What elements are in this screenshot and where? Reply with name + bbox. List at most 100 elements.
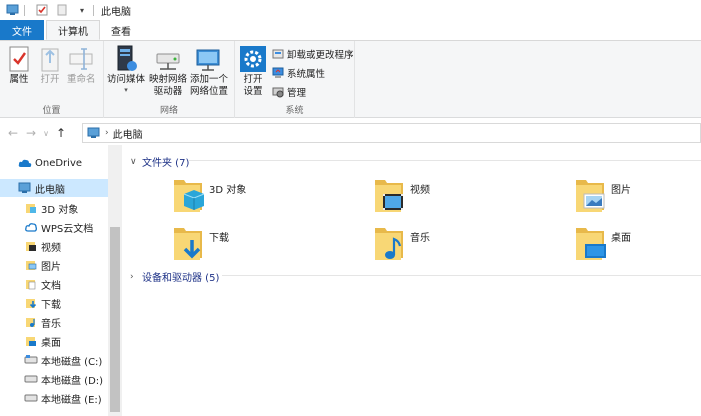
open-button[interactable]: 打开 xyxy=(36,44,64,86)
divider xyxy=(188,160,701,161)
breadcrumb-separator-icon[interactable]: › xyxy=(105,128,109,138)
nav-label: WPS云文档 xyxy=(41,223,94,235)
downloads-folder-icon xyxy=(172,224,206,262)
rename-label: 重命名 xyxy=(67,74,96,85)
map-network-drive-button[interactable]: 映射网络 驱动器 xyxy=(149,44,187,98)
divider xyxy=(93,4,94,16)
customize-dropdown-icon[interactable]: ▾ xyxy=(75,3,89,17)
divider xyxy=(24,4,25,16)
system-properties-button[interactable]: 系统属性 xyxy=(271,65,325,81)
access-media-label: 访问媒体 xyxy=(107,74,146,85)
folder-3d-objects[interactable]: 3D 对象 xyxy=(172,175,362,215)
nav-label: 桌面 xyxy=(41,337,61,349)
properties-button[interactable]: 属性 xyxy=(5,44,33,86)
nav-label: 音乐 xyxy=(41,318,61,330)
system-properties-icon xyxy=(271,66,285,80)
folder-name: 音乐 xyxy=(410,233,430,244)
desktop-folder-icon xyxy=(574,224,608,262)
folder-name: 下载 xyxy=(209,233,229,244)
devices-section-header[interactable]: › 设备和驱动器 (5) xyxy=(130,269,219,285)
map-drive-label-1: 映射网络 xyxy=(149,74,188,85)
nav-label: 本地磁盘 (E:) xyxy=(41,394,102,406)
location-group: 属性 打开 重命名 位置 xyxy=(0,41,104,118)
forward-arrow-icon[interactable]: → xyxy=(22,123,40,143)
nav-item-wps-cloud[interactable]: WPS云文档 xyxy=(0,218,108,236)
folder-downloads[interactable]: 下载 xyxy=(172,223,362,263)
breadcrumb-this-pc[interactable]: 此电脑 xyxy=(113,126,143,141)
folder-desktop[interactable]: 桌面 xyxy=(574,223,701,263)
nav-item-3d-objects[interactable]: 3D 对象 xyxy=(0,199,108,217)
drive-icon xyxy=(24,372,38,386)
properties-label: 属性 xyxy=(9,74,29,85)
this-pc-icon xyxy=(87,127,101,139)
computer-icon xyxy=(18,181,32,195)
nav-scrollbar-thumb[interactable] xyxy=(110,227,120,412)
documents-icon xyxy=(24,277,38,291)
nav-label: 3D 对象 xyxy=(41,204,79,216)
folders-section-header[interactable]: ∨ 文件夹 (7) xyxy=(130,154,189,170)
open-settings-button[interactable]: 打开 设置 xyxy=(239,44,267,98)
music-icon xyxy=(24,315,38,329)
nav-item-this-pc[interactable]: 此电脑 xyxy=(0,179,108,197)
chevron-right-icon: › xyxy=(130,271,134,282)
folder-name: 视频 xyxy=(410,185,430,196)
folder-name: 桌面 xyxy=(611,233,631,244)
system-group: 打开 设置 卸载或更改程序 系统属性 管理 系统 xyxy=(235,41,355,118)
tab-view[interactable]: 查看 xyxy=(100,20,142,40)
location-group-label: 位置 xyxy=(42,106,61,116)
navigation-pane: OneDrive 此电脑 3D 对象 WPS云文档 视频 图片 文档 下载 音乐… xyxy=(0,145,122,416)
rename-button[interactable]: 重命名 xyxy=(67,44,96,86)
new-folder-quick-icon[interactable] xyxy=(55,3,69,17)
window-title: 此电脑 xyxy=(101,6,131,18)
recent-locations-chevron-icon[interactable]: ∨ xyxy=(40,123,52,143)
folder-pictures[interactable]: 图片 xyxy=(574,175,701,215)
tab-file[interactable]: 文件 xyxy=(0,20,44,40)
nav-item-music[interactable]: 音乐 xyxy=(0,313,108,331)
tab-computer[interactable]: 计算机 xyxy=(46,20,100,40)
uninstall-program-button[interactable]: 卸载或更改程序 xyxy=(271,46,354,62)
add-network-location-button[interactable]: 添加一个 网络位置 xyxy=(190,44,228,98)
gear-icon xyxy=(239,44,267,74)
divider xyxy=(222,275,701,276)
drive-icon xyxy=(24,391,38,405)
manage-label: 管理 xyxy=(287,88,307,99)
videos-folder-icon xyxy=(373,176,407,214)
properties-quick-icon[interactable] xyxy=(35,3,49,17)
nav-label: 下载 xyxy=(41,299,61,311)
drive-icon xyxy=(24,353,38,367)
folder-name: 图片 xyxy=(611,185,631,196)
folder-music[interactable]: 音乐 xyxy=(373,223,563,263)
nav-label: 本地磁盘 (D:) xyxy=(41,375,104,387)
access-media-button[interactable]: 访问媒体 ▾ xyxy=(107,44,145,94)
nav-item-drive-c[interactable]: 本地磁盘 (C:) xyxy=(0,351,108,369)
folder-videos[interactable]: 视频 xyxy=(373,175,563,215)
nav-item-onedrive[interactable]: OneDrive xyxy=(0,154,108,172)
back-arrow-icon[interactable]: ← xyxy=(4,123,22,143)
manage-button[interactable]: 管理 xyxy=(271,84,306,100)
music-folder-icon xyxy=(373,224,407,262)
network-group: 访问媒体 ▾ 映射网络 驱动器 添加一个 网络位置 网络 xyxy=(104,41,235,118)
videos-icon xyxy=(24,239,38,253)
navigation-bar: ← → ∨ ↑ › 此电脑 xyxy=(0,121,701,145)
manage-icon xyxy=(271,85,285,99)
open-settings-label-2: 设置 xyxy=(243,86,263,97)
open-icon xyxy=(36,44,64,74)
pictures-folder-icon xyxy=(574,176,608,214)
nav-label-this-pc: 此电脑 xyxy=(35,184,65,196)
up-arrow-icon[interactable]: ↑ xyxy=(52,123,70,143)
explorer-app-icon[interactable] xyxy=(6,3,20,17)
add-location-label-1: 添加一个 xyxy=(190,74,229,85)
nav-item-drive-d[interactable]: 本地磁盘 (D:) xyxy=(0,370,108,388)
nav-label: 视频 xyxy=(41,242,61,254)
nav-item-downloads[interactable]: 下载 xyxy=(0,294,108,312)
nav-item-drive-e[interactable]: 本地磁盘 (E:) xyxy=(0,389,108,407)
folder-name: 3D 对象 xyxy=(209,185,247,196)
nav-scrollbar[interactable] xyxy=(108,145,122,416)
system-properties-label: 系统属性 xyxy=(287,69,326,80)
address-bar[interactable]: › 此电脑 xyxy=(82,123,701,143)
nav-item-videos[interactable]: 视频 xyxy=(0,237,108,255)
nav-item-documents[interactable]: 文档 xyxy=(0,275,108,293)
network-drive-icon xyxy=(154,44,182,74)
nav-item-desktop[interactable]: 桌面 xyxy=(0,332,108,350)
nav-item-pictures[interactable]: 图片 xyxy=(0,256,108,274)
